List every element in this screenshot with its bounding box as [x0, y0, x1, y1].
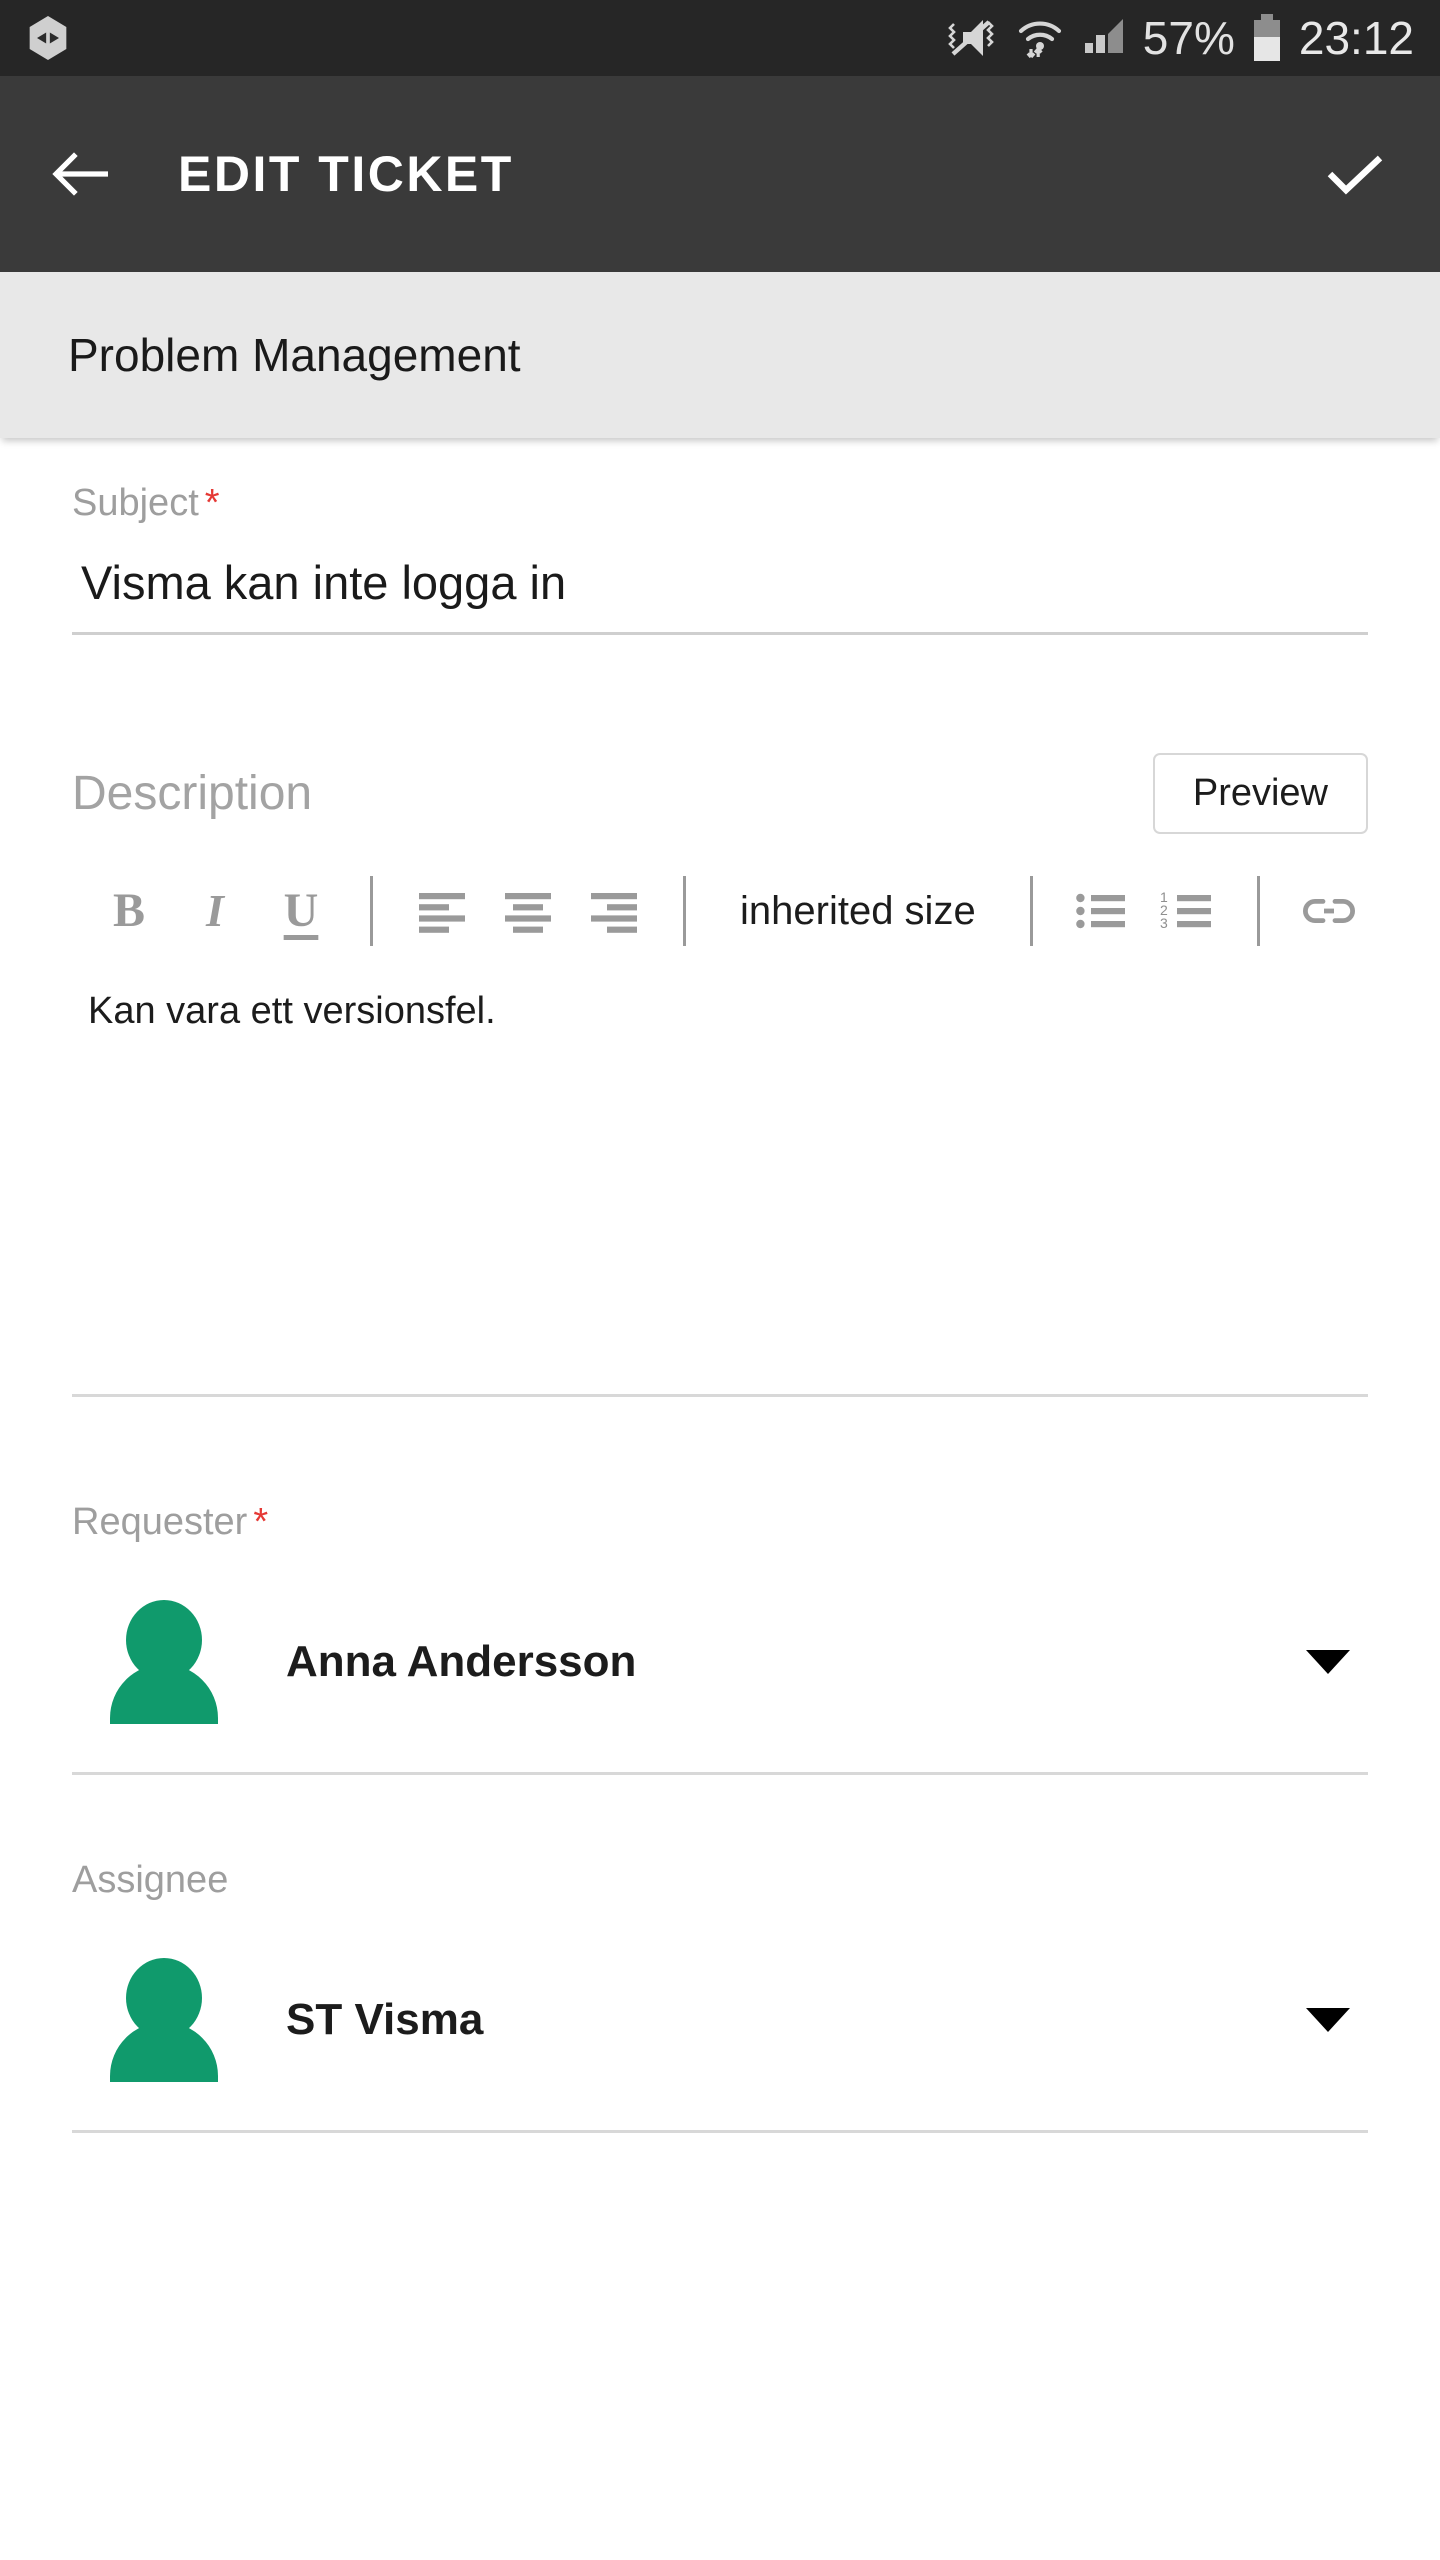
description-field-group: Description Preview B I U inherited size…	[72, 635, 1368, 1397]
assignee-label-row: Assignee	[72, 1859, 1368, 1902]
status-bar-notifications	[26, 14, 70, 62]
toolbar-divider	[683, 876, 686, 946]
toolbar-divider	[1256, 876, 1260, 946]
underline-icon: U	[283, 884, 319, 937]
align-right-icon	[591, 893, 637, 933]
underline-button[interactable]: U	[258, 868, 344, 954]
assignee-label: Assignee	[72, 1859, 229, 1901]
svg-text:3: 3	[1160, 915, 1168, 931]
requester-name: Anna Andersson	[286, 1637, 637, 1686]
bulleted-list-button[interactable]	[1059, 868, 1145, 954]
subject-label: Subject	[72, 482, 199, 524]
ticket-form: Subject * Visma kan inte logga in Descrip…	[0, 438, 1440, 2133]
align-left-button[interactable]	[399, 868, 485, 954]
chevron-down-icon[interactable]	[1306, 1650, 1350, 1674]
battery-icon	[1251, 13, 1283, 63]
status-bar: 57% 23:12	[0, 0, 1440, 76]
requester-label-row: Requester *	[72, 1501, 1368, 1544]
page-title: EDIT TICKET	[178, 146, 514, 202]
assignee-underline	[72, 2130, 1368, 2133]
subject-input[interactable]: Visma kan inte logga in	[72, 525, 1368, 632]
cell-signal-icon	[1081, 15, 1127, 61]
assignee-name: ST Visma	[286, 1995, 484, 2044]
battery-percent-label: 57%	[1142, 12, 1235, 64]
description-header: Description Preview	[72, 753, 1368, 834]
link-icon	[1302, 899, 1355, 923]
app-bar: EDIT TICKET	[0, 76, 1440, 272]
numbered-list-icon: 1 2 3	[1160, 889, 1211, 931]
bold-icon: B	[112, 884, 145, 937]
avatar	[110, 1958, 218, 2082]
description-label: Description	[72, 767, 313, 820]
checkmark-icon[interactable]	[1316, 135, 1394, 213]
assignee-field-group: Assignee ST Visma	[72, 1775, 1368, 2133]
description-input[interactable]: Kan vara ett versionsfel.	[72, 954, 1368, 1324]
rich-text-toolbar: B I U inherited size 1 2 3	[72, 868, 1368, 954]
back-arrow-icon[interactable]	[46, 138, 118, 210]
italic-button[interactable]: I	[172, 868, 258, 954]
align-center-icon	[505, 893, 551, 933]
numbered-list-button[interactable]: 1 2 3	[1145, 868, 1231, 954]
bold-button[interactable]: B	[86, 868, 172, 954]
bulleted-list-icon	[1075, 893, 1125, 929]
ticket-category-bar[interactable]: Problem Management	[0, 272, 1440, 438]
subject-field-group: Subject * Visma kan inte logga in	[72, 438, 1368, 635]
assignee-selector[interactable]: ST Visma	[72, 1958, 1368, 2130]
requester-selector[interactable]: Anna Andersson	[72, 1600, 1368, 1772]
status-bar-clock: 23:12	[1298, 12, 1414, 64]
avatar	[110, 1600, 218, 1724]
ticket-category-label: Problem Management	[68, 329, 521, 381]
align-left-icon	[419, 893, 465, 933]
toolbar-divider	[370, 876, 373, 946]
align-right-button[interactable]	[571, 868, 657, 954]
chevron-down-icon[interactable]	[1306, 2008, 1350, 2032]
app-notification-icon	[26, 14, 70, 62]
link-button[interactable]	[1286, 868, 1372, 954]
subject-required-marker: *	[204, 482, 220, 524]
preview-button[interactable]: Preview	[1152, 753, 1368, 834]
font-size-selector[interactable]: inherited size	[712, 889, 1004, 934]
status-bar-indicators: 57% 23:12	[943, 11, 1414, 65]
toolbar-divider	[1029, 876, 1033, 946]
requester-field-group: Requester * Anna Andersson	[72, 1397, 1368, 1775]
wifi-icon	[1015, 13, 1065, 63]
italic-icon: I	[206, 885, 224, 936]
requester-label: Requester	[72, 1501, 248, 1543]
subject-label-row: Subject *	[72, 482, 1368, 525]
align-center-button[interactable]	[485, 868, 571, 954]
mute-vibrate-icon	[943, 14, 999, 62]
requester-required-marker: *	[253, 1501, 269, 1543]
